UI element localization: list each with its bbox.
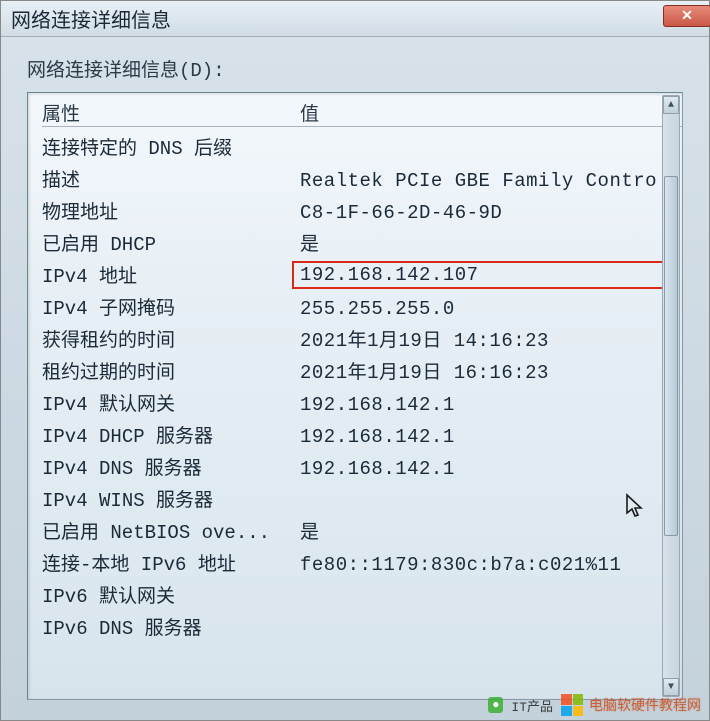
table-row[interactable]: IPv6 默认网关: [42, 581, 682, 613]
content-area: 网络连接详细信息(D): 属性 值 连接特定的 DNS 后缀描述Realtek …: [1, 37, 709, 710]
window-title: 网络连接详细信息: [11, 4, 171, 34]
property-cell: 租约过期的时间: [42, 357, 300, 389]
chevron-down-icon: ▼: [668, 682, 674, 693]
table-row[interactable]: IPv6 DNS 服务器: [42, 613, 682, 645]
table-row[interactable]: 已启用 DHCP是: [42, 229, 682, 261]
value-cell: 192.168.142.1: [300, 421, 682, 453]
table-row[interactable]: 已启用 NetBIOS ove...是: [42, 517, 682, 549]
list-header: 属性 值: [42, 99, 682, 127]
property-cell: IPv4 默认网关: [42, 389, 300, 421]
table-row[interactable]: 物理地址C8-1F-66-2D-46-9D: [42, 197, 682, 229]
table-row[interactable]: IPv4 子网掩码255.255.255.0: [42, 293, 682, 325]
value-cell: fe80::1179:830c:b7a:c021%11: [300, 549, 682, 581]
value-cell: 192.168.142.1: [300, 453, 682, 485]
column-header-value[interactable]: 值: [300, 99, 682, 122]
table-row[interactable]: 获得租约的时间2021年1月19日 14:16:23: [42, 325, 682, 357]
property-cell: 描述: [42, 165, 300, 197]
value-cell: C8-1F-66-2D-46-9D: [300, 197, 682, 229]
table-row[interactable]: 连接特定的 DNS 后缀: [42, 133, 682, 165]
close-button[interactable]: ✕: [663, 5, 710, 27]
value-cell: 是: [300, 229, 682, 261]
wechat-icon: ●: [488, 697, 503, 713]
property-cell: IPv4 子网掩码: [42, 293, 300, 325]
table-row[interactable]: IPv4 默认网关192.168.142.1: [42, 389, 682, 421]
section-label: 网络连接详细信息(D):: [27, 55, 683, 82]
network-details-window: 网络连接详细信息 ✕ 网络连接详细信息(D): 属性 值 连接特定的 DNS 后…: [0, 0, 710, 721]
watermark-text: 电脑软硬件教程网: [589, 695, 701, 715]
value-cell: [300, 581, 682, 613]
value-cell: 192.168.142.107: [292, 261, 674, 289]
column-header-property[interactable]: 属性: [42, 99, 300, 122]
property-cell: 连接-本地 IPv6 地址: [42, 549, 300, 581]
property-cell: 物理地址: [42, 197, 300, 229]
property-cell: IPv6 默认网关: [42, 581, 300, 613]
value-cell: Realtek PCIe GBE Family Contro: [300, 165, 682, 197]
table-row[interactable]: IPv4 DHCP 服务器192.168.142.1: [42, 421, 682, 453]
microsoft-logo-icon: [561, 694, 583, 716]
property-cell: 已启用 DHCP: [42, 229, 300, 261]
property-cell: IPv4 DHCP 服务器: [42, 421, 300, 453]
vertical-scrollbar[interactable]: ▲ ▼: [662, 95, 680, 697]
value-cell: 2021年1月19日 14:16:23: [300, 325, 682, 357]
table-row[interactable]: IPv4 地址192.168.142.107: [42, 261, 682, 293]
property-cell: 连接特定的 DNS 后缀: [42, 133, 300, 165]
rows-container: 连接特定的 DNS 后缀描述Realtek PCIe GBE Family Co…: [42, 127, 682, 645]
property-cell: IPv6 DNS 服务器: [42, 613, 300, 645]
table-row[interactable]: 租约过期的时间2021年1月19日 16:16:23: [42, 357, 682, 389]
property-cell: 获得租约的时间: [42, 325, 300, 357]
property-cell: 已启用 NetBIOS ove...: [42, 517, 300, 549]
scroll-up-button[interactable]: ▲: [663, 96, 679, 114]
details-listbox: 属性 值 连接特定的 DNS 后缀描述Realtek PCIe GBE Fami…: [27, 92, 683, 700]
watermark: ● IT产品 电脑软硬件教程网: [488, 694, 701, 716]
value-cell: [300, 613, 682, 645]
table-row[interactable]: 连接-本地 IPv6 地址fe80::1179:830c:b7a:c021%11: [42, 549, 682, 581]
value-cell: 255.255.255.0: [300, 293, 682, 325]
property-cell: IPv4 WINS 服务器: [42, 485, 300, 517]
property-cell: IPv4 地址: [42, 261, 300, 293]
property-cell: IPv4 DNS 服务器: [42, 453, 300, 485]
chevron-up-icon: ▲: [668, 100, 674, 111]
close-icon: ✕: [681, 8, 693, 25]
value-cell: [300, 133, 682, 165]
titlebar[interactable]: 网络连接详细信息 ✕: [1, 1, 709, 37]
table-row[interactable]: 描述Realtek PCIe GBE Family Contro: [42, 165, 682, 197]
value-cell: [300, 485, 682, 517]
table-row[interactable]: IPv4 DNS 服务器192.168.142.1: [42, 453, 682, 485]
watermark-pre: IT产品: [511, 696, 553, 715]
value-cell: 是: [300, 517, 682, 549]
table-row[interactable]: IPv4 WINS 服务器: [42, 485, 682, 517]
value-cell: 192.168.142.1: [300, 389, 682, 421]
value-cell: 2021年1月19日 16:16:23: [300, 357, 682, 389]
scroll-thumb[interactable]: [664, 176, 678, 536]
